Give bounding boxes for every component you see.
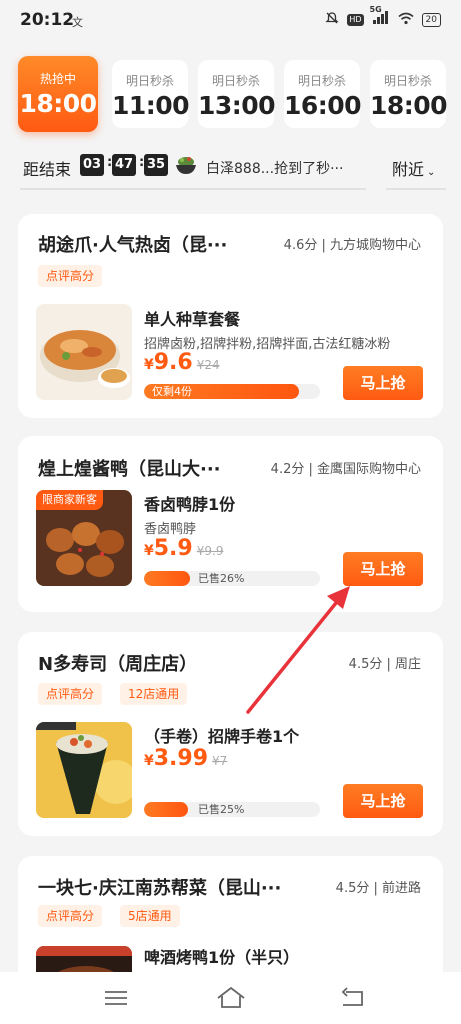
system-nav-bar xyxy=(0,972,461,1024)
menu-icon[interactable] xyxy=(102,986,130,1010)
annotation-arrow xyxy=(246,586,350,714)
home-icon[interactable] xyxy=(216,986,246,1010)
back-icon[interactable] xyxy=(338,986,366,1010)
